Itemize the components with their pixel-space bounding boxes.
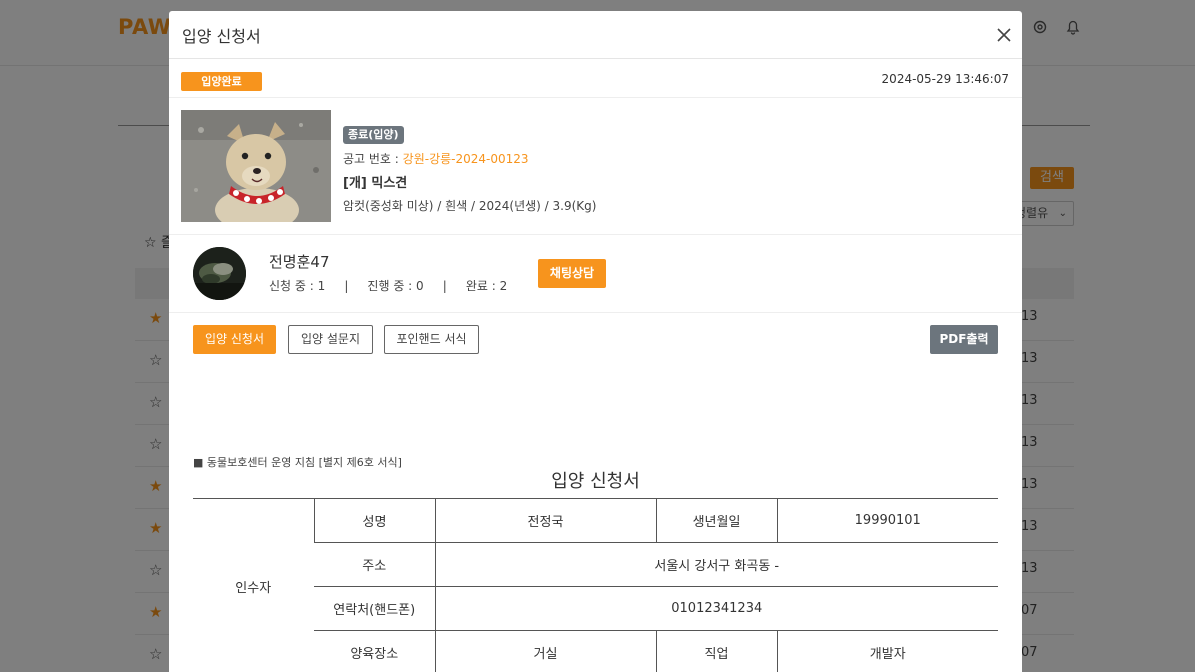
avatar	[193, 247, 246, 300]
form-label-job: 직업	[655, 630, 777, 672]
notice-number-link[interactable]: 강원-강릉-2024-00123	[403, 152, 529, 166]
status-row: 입양완료 2024-05-29 13:46:07	[169, 59, 1022, 98]
form-label-birth: 생년월일	[655, 498, 777, 543]
status-badge: 입양완료	[181, 72, 262, 91]
adoption-application-modal: 입양 신청서 입양완료 2024-05-29 13:46:07 종료(입양) 공…	[169, 11, 1022, 672]
animal-info: 종료(입양) 공고 번호 : 강원-강릉-2024-00123 [개] 믹스견 …	[343, 123, 596, 214]
notice-number-line: 공고 번호 : 강원-강릉-2024-00123	[343, 150, 596, 167]
modal-title: 입양 신청서	[182, 27, 261, 46]
modal-header: 입양 신청서	[169, 11, 1022, 59]
form-row-phone: 연락처(핸드폰) 01012341234	[193, 586, 998, 631]
status-datetime: 2024-05-29 13:46:07	[881, 72, 1009, 86]
tab-adoption-application[interactable]: 입양 신청서	[193, 325, 276, 354]
animal-card: 종료(입양) 공고 번호 : 강원-강릉-2024-00123 [개] 믹스견 …	[169, 98, 1022, 235]
form-title: 입양 신청서	[551, 471, 640, 492]
animal-details: 암컷(중성화 미상) / 흰색 / 2024(년생) / 3.9(Kg)	[343, 199, 597, 213]
chat-consult-button[interactable]: 채팅상담	[538, 259, 606, 288]
form-value-phone: 01012341234	[434, 586, 998, 631]
pdf-export-button[interactable]: PDF출력	[930, 325, 998, 354]
form-value-birth: 19990101	[776, 498, 998, 543]
form-value-job: 개발자	[776, 630, 998, 672]
tab-adoption-survey[interactable]: 입양 설문지	[288, 325, 373, 354]
form-label-place: 양육장소	[314, 630, 435, 672]
form-group-label: 인수자	[193, 498, 314, 672]
animal-breed: [개] 믹스견	[343, 176, 408, 191]
form-row-name: 인수자 성명 전정국 생년월일 19990101	[193, 498, 998, 672]
form-row-address: 주소 서울시 강서구 화곡동 -	[193, 542, 998, 587]
notice-label: 공고 번호 :	[343, 152, 403, 166]
document-tabs: 입양 신청서 입양 설문지 포인핸드 서식 PDF출력	[169, 313, 1022, 373]
form-value-address: 서울시 강서구 화곡동 -	[434, 542, 998, 587]
applicant-name: 전명훈47	[269, 253, 330, 271]
form-row-place: 양육장소 거실 직업 개발자	[193, 630, 998, 672]
form-label-phone: 연락처(핸드폰)	[314, 586, 435, 631]
form-value-place: 거실	[434, 630, 656, 672]
form-label-address: 주소	[314, 542, 435, 587]
form-label-name: 성명	[313, 498, 435, 543]
applicant-stats: 신청 중 : 1 | 진행 중 : 0 | 완료 : 2	[269, 279, 508, 293]
animal-photo[interactable]	[181, 110, 331, 222]
end-status-badge: 종료(입양)	[343, 126, 404, 144]
applicant-row: 전명훈47 신청 중 : 1 | 진행 중 : 0 | 완료 : 2 채팅상담	[169, 235, 1022, 313]
form-value-name: 전정국	[434, 498, 656, 543]
application-form-table: 인수자 성명 전정국 생년월일 19990101 주소 서울시 강서구 화곡동 …	[193, 498, 998, 672]
close-icon[interactable]	[995, 26, 1013, 44]
tab-pawinhand-form[interactable]: 포인핸드 서식	[384, 325, 479, 354]
